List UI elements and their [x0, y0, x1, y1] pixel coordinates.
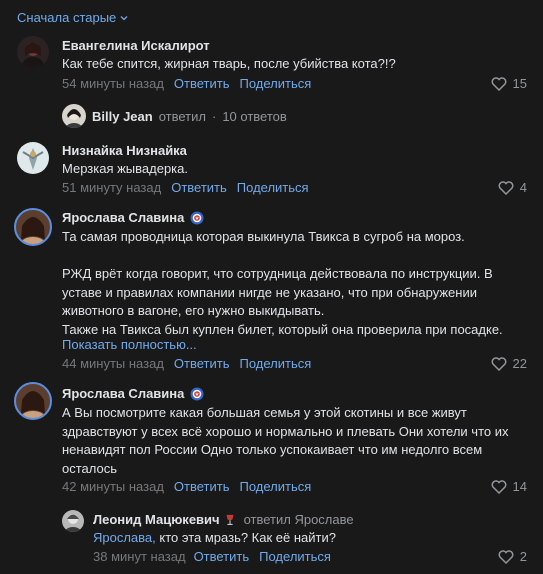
chevron-down-icon: [120, 15, 128, 20]
share-button[interactable]: Поделиться: [239, 479, 311, 494]
comment-author[interactable]: Низнайка Низнайка: [62, 143, 187, 158]
comment-time[interactable]: 42 минуты назад: [62, 479, 164, 494]
like-count: 22: [512, 356, 527, 371]
share-button[interactable]: Поделиться: [239, 76, 311, 91]
reply-button[interactable]: Ответить: [194, 549, 250, 564]
comment-meta: 54 минуты назад Ответить Поделиться: [62, 76, 311, 91]
reply-button[interactable]: Ответить: [174, 76, 230, 91]
thread-author[interactable]: Billy Jean: [92, 109, 153, 124]
comment-author[interactable]: Евангелина Искалирот: [62, 38, 210, 53]
comment-text: Та самая проводница которая выкинула Тви…: [62, 228, 522, 339]
comment-time[interactable]: 44 минуты назад: [62, 356, 164, 371]
like-count: 14: [512, 479, 527, 494]
replied-to[interactable]: ответил Ярославе: [244, 512, 354, 527]
reply-author: Леонид Мацюкевич ответил Ярославе: [93, 512, 354, 527]
reply-text: Ярослава, кто эта мразь? Как её найти?: [93, 529, 513, 548]
like-button[interactable]: 4: [498, 180, 527, 195]
comment-text-line: Та самая проводница которая выкинула Тви…: [62, 229, 465, 244]
share-button[interactable]: Поделиться: [239, 356, 311, 371]
heart-icon: [498, 549, 514, 564]
like-count: 15: [512, 76, 527, 91]
avatar: [62, 104, 86, 128]
thread-separator: ·: [211, 108, 217, 124]
mention-link[interactable]: Ярослава,: [93, 530, 156, 545]
comment-text: Как тебе спится, жирная тварь, после уби…: [62, 56, 396, 71]
like-button[interactable]: 15: [491, 76, 527, 91]
avatar[interactable]: [17, 36, 49, 68]
like-button[interactable]: 2: [498, 549, 527, 564]
reply-button[interactable]: Ответить: [174, 479, 230, 494]
avatar[interactable]: [62, 510, 84, 532]
avatar[interactable]: [17, 142, 49, 174]
shield-badge-icon: [190, 387, 204, 400]
comment-time[interactable]: 51 минуту назад: [62, 180, 161, 195]
show-more-link[interactable]: Показать полностью...: [62, 337, 197, 352]
comment-text-line: [62, 247, 522, 266]
comment-meta: 42 минуты назад Ответить Поделиться: [62, 479, 311, 494]
heart-icon: [491, 479, 506, 494]
sort-dropdown[interactable]: Сначала старые: [17, 10, 128, 25]
like-count: 2: [519, 549, 527, 564]
comment-author[interactable]: Ярослава Славина: [62, 210, 204, 225]
comment-author[interactable]: Ярослава Славина: [62, 386, 204, 401]
comment-text: А Вы посмотрите какая большая семья у эт…: [62, 405, 509, 476]
shield-badge-icon: [190, 211, 204, 224]
like-count: 4: [519, 180, 527, 195]
reply-button[interactable]: Ответить: [174, 356, 230, 371]
replies-thread-link[interactable]: Billy Jean ответил · 10 ответов: [62, 104, 287, 128]
comment-meta: 38 минут назад Ответить Поделиться: [93, 549, 331, 564]
heart-icon: [491, 356, 506, 371]
reply-text-body: кто эта мразь? Как её найти?: [155, 530, 336, 545]
heart-icon: [491, 76, 506, 91]
comment-meta: 51 минуту назад Ответить Поделиться: [62, 180, 309, 195]
thread-count: 10 ответов: [222, 108, 287, 124]
share-button[interactable]: Поделиться: [237, 180, 309, 195]
wine-glass-icon: [226, 514, 234, 525]
sort-label: Сначала старые: [17, 10, 117, 25]
comment-meta: 44 минуты назад Ответить Поделиться: [62, 356, 311, 371]
avatar[interactable]: [14, 208, 52, 246]
heart-icon: [498, 180, 514, 195]
comment-text-line: РЖД врёт когда говорит, что сотрудница д…: [62, 266, 493, 318]
like-button[interactable]: 22: [491, 356, 527, 371]
comment-text: Мерзкая жываде­рка.: [62, 161, 188, 176]
avatar[interactable]: [14, 382, 52, 420]
comment-time[interactable]: 38 минут назад: [93, 549, 186, 564]
comment-time[interactable]: 54 минуты назад: [62, 76, 164, 91]
reply-author-name[interactable]: Леонид Мацюкевич: [93, 512, 220, 527]
reply-button[interactable]: Ответить: [171, 180, 227, 195]
like-button[interactable]: 14: [491, 479, 527, 494]
share-button[interactable]: Поделиться: [259, 549, 331, 564]
thread-verb: ответил: [158, 108, 206, 124]
